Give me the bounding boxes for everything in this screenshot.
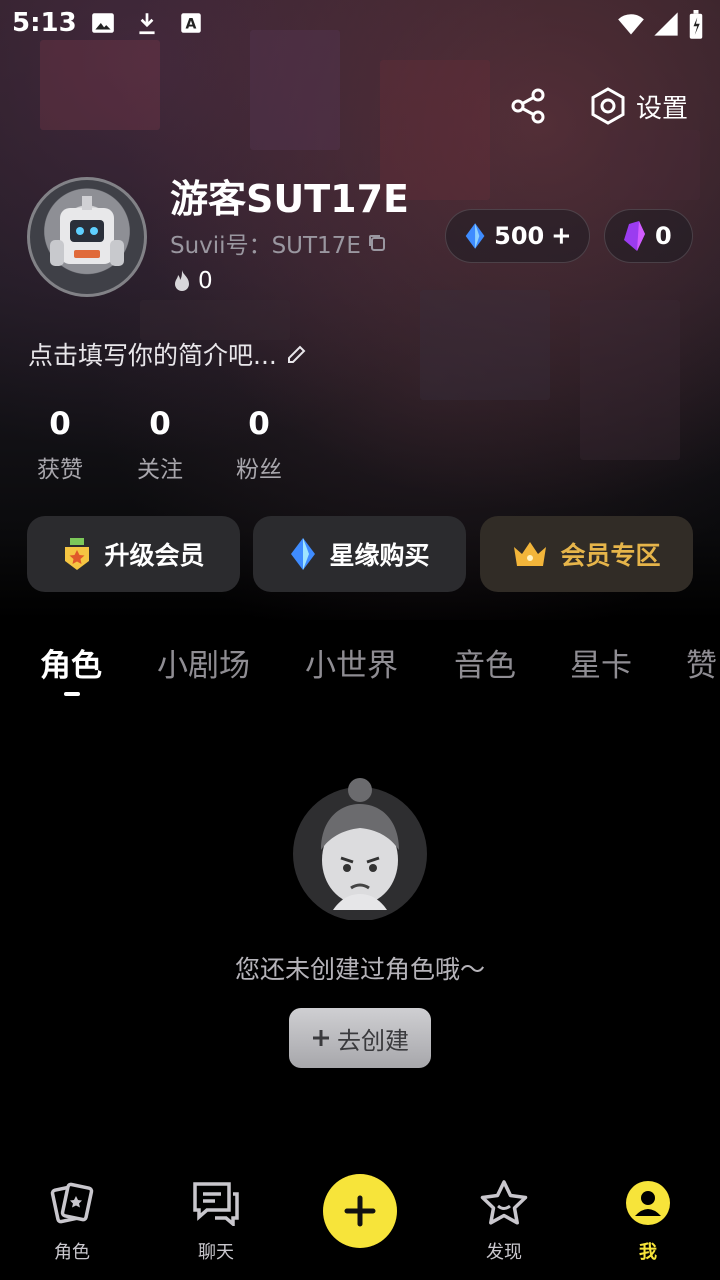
tab-likes[interactable]: 赞 bbox=[686, 640, 717, 685]
fire-count: 0 bbox=[198, 268, 213, 294]
user-id: Suvii号：SUT17E bbox=[170, 226, 389, 260]
nav-me-label: 我 bbox=[639, 1242, 657, 1263]
stat-followers[interactable]: 0 粉丝 bbox=[214, 406, 304, 484]
stats-row: 0 获赞 0 关注 0 粉丝 bbox=[0, 406, 360, 486]
download-icon bbox=[139, 13, 155, 35]
vip-zone-label: 会员专区 bbox=[560, 541, 661, 570]
settings-label: 设置 bbox=[636, 93, 689, 124]
stat-following[interactable]: 0 关注 bbox=[115, 406, 205, 484]
wifi-icon bbox=[618, 14, 644, 35]
empty-state-illustration bbox=[293, 778, 428, 921]
gear-icon bbox=[591, 87, 625, 125]
copy-icon[interactable] bbox=[365, 231, 389, 255]
nav-me[interactable]: 我 bbox=[598, 1178, 698, 1264]
robot-avatar-icon bbox=[50, 196, 124, 266]
tab-voice[interactable]: 音色 bbox=[454, 640, 516, 685]
stat-label: 获赞 bbox=[37, 457, 83, 483]
bio-placeholder: 点击填写你的简介吧... bbox=[28, 341, 277, 370]
nav-characters-label: 角色 bbox=[54, 1242, 90, 1263]
stat-likes[interactable]: 0 获赞 bbox=[15, 406, 105, 484]
battery-icon bbox=[689, 10, 703, 39]
fire-icon bbox=[175, 270, 189, 291]
image-icon bbox=[92, 13, 114, 33]
share-icon bbox=[511, 88, 545, 124]
upgrade-vip-button[interactable]: 升级会员 bbox=[27, 516, 240, 592]
plus-icon bbox=[344, 1195, 376, 1227]
tab-star-card[interactable]: 星卡 bbox=[570, 640, 632, 685]
medal-icon bbox=[65, 538, 90, 570]
tab-characters[interactable]: 角色 bbox=[40, 640, 102, 685]
user-icon bbox=[626, 1181, 670, 1225]
bio[interactable]: 点击填写你的简介吧... bbox=[28, 336, 309, 372]
star-purchase-label: 星缘购买 bbox=[329, 541, 430, 570]
blue-gem-icon bbox=[465, 223, 485, 249]
star-purchase-button[interactable]: 星缘购买 bbox=[253, 516, 466, 592]
vip-zone-button[interactable]: 会员专区 bbox=[480, 516, 693, 592]
upgrade-vip-label: 升级会员 bbox=[104, 541, 205, 570]
status-time: 5:13 bbox=[12, 8, 77, 38]
nav-discover-label: 发现 bbox=[486, 1242, 522, 1263]
create-fab-button[interactable] bbox=[323, 1174, 397, 1248]
stat-label: 关注 bbox=[137, 457, 183, 483]
svg-text:A: A bbox=[186, 16, 197, 32]
heat-count: 0 bbox=[172, 268, 213, 294]
empty-state-message: 您还未创建过角色哦～ bbox=[234, 955, 485, 984]
gem-balance-pill[interactable]: 500 bbox=[445, 209, 590, 263]
create-character-label: 去创建 bbox=[337, 1026, 409, 1055]
bottom-nav: 角色 聊天 发现 我 bbox=[0, 1160, 720, 1280]
a-icon: A bbox=[181, 13, 201, 33]
signal-icon bbox=[654, 12, 678, 36]
plus-icon bbox=[313, 1030, 329, 1046]
active-tab-indicator bbox=[64, 692, 80, 696]
stat-value: 0 bbox=[49, 406, 71, 442]
nav-chat[interactable]: 聊天 bbox=[166, 1178, 266, 1264]
content-tabs: 角色 小剧场 小世界 音色 星卡 赞 bbox=[0, 632, 720, 702]
plus-icon bbox=[553, 228, 570, 244]
stat-label: 粉丝 bbox=[236, 457, 282, 483]
crown-icon bbox=[514, 542, 547, 566]
settings-button[interactable]: 设置 bbox=[588, 86, 688, 126]
stat-value: 0 bbox=[149, 406, 171, 442]
username: 游客SUT17E bbox=[170, 177, 409, 221]
tab-mini-world[interactable]: 小世界 bbox=[305, 640, 398, 685]
avatar[interactable] bbox=[27, 177, 147, 297]
stat-value: 0 bbox=[248, 406, 270, 442]
create-character-button[interactable]: 去创建 bbox=[289, 1008, 431, 1068]
nav-chat-label: 聊天 bbox=[198, 1242, 234, 1263]
edit-pencil-icon bbox=[287, 345, 306, 363]
status-bar: 5:13 A bbox=[0, 0, 720, 48]
user-id-text: Suvii号：SUT17E bbox=[170, 233, 361, 259]
card-icon bbox=[50, 1182, 94, 1224]
sad-girl-icon bbox=[293, 778, 427, 921]
share-button[interactable] bbox=[508, 86, 548, 126]
tab-mini-theater[interactable]: 小剧场 bbox=[157, 640, 250, 685]
gem-count: 500 bbox=[494, 222, 545, 250]
nav-discover[interactable]: 发现 bbox=[454, 1178, 554, 1264]
chat-icon bbox=[193, 1182, 239, 1226]
nav-characters[interactable]: 角色 bbox=[22, 1178, 122, 1264]
star-icon bbox=[480, 1180, 528, 1225]
crystal-balance-pill[interactable]: 0 bbox=[604, 209, 693, 263]
crystal-count: 0 bbox=[655, 222, 672, 250]
purple-crystal-icon bbox=[624, 221, 645, 251]
diamond-icon bbox=[291, 538, 316, 570]
